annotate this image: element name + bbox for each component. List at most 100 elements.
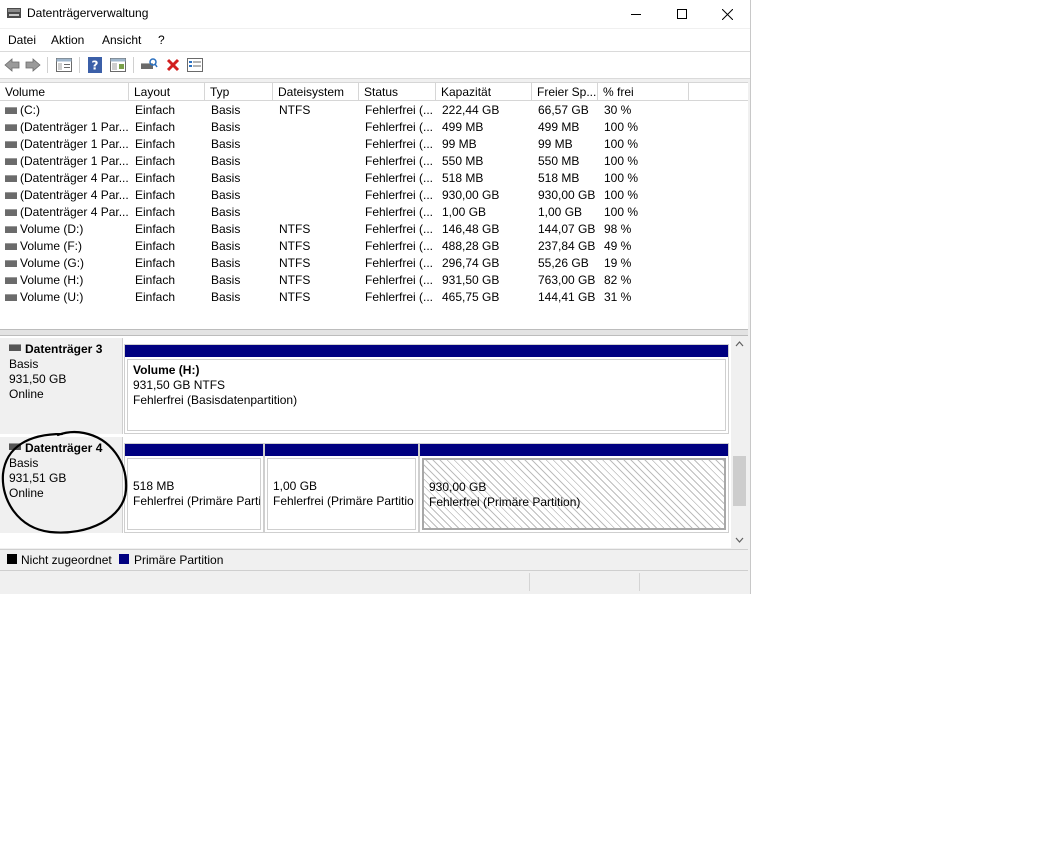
cell-freier-speicher: 550 MB: [538, 154, 580, 168]
cell-freier-speicher: 763,00 GB: [538, 273, 596, 287]
disk-4-state: Online: [9, 486, 44, 500]
cell-freier-speicher: 55,26 GB: [538, 256, 589, 270]
cell-volume: (Datenträger 4 Par...: [20, 171, 128, 185]
forward-arrow-icon[interactable]: [24, 56, 42, 74]
rescan-disks-icon[interactable]: [140, 56, 158, 74]
disk-3-info[interactable]: Datenträger 3 Basis 931,50 GB Online: [0, 338, 123, 434]
pane-splitter[interactable]: [0, 329, 748, 336]
volume-icon: [5, 243, 17, 250]
properties-icon[interactable]: [109, 56, 127, 74]
back-arrow-icon[interactable]: [3, 56, 21, 74]
scrollbar-thumb[interactable]: [733, 456, 746, 506]
column-header-layout[interactable]: Layout: [129, 83, 205, 101]
table-row[interactable]: (C:) Einfach Basis NTFS Fehlerfrei (... 222,4…: [0, 102, 748, 119]
volume-icon: [5, 294, 17, 301]
menu-ansicht[interactable]: Ansicht: [102, 33, 141, 47]
partition-status: Fehlerfrei (Primäre Partitio: [273, 494, 414, 508]
cell-layout: Einfach: [135, 154, 176, 168]
table-row[interactable]: (Datenträger 1 Par... Einfach Basis Fehlerf…: [0, 136, 748, 153]
column-header-status[interactable]: Status: [359, 83, 436, 101]
cell-typ: Basis: [211, 290, 241, 304]
close-button[interactable]: [704, 0, 750, 28]
cell-volume: Volume (U:): [20, 290, 84, 304]
table-row[interactable]: (Datenträger 4 Par... Einfach Basis Fehlerf…: [0, 204, 748, 221]
cell-status: Fehlerfrei (...: [365, 171, 434, 185]
scroll-down-arrow-icon[interactable]: [731, 531, 748, 548]
cell-dateisystem: [279, 187, 357, 204]
volume-icon: [5, 226, 17, 233]
cell-typ: Basis: [211, 137, 241, 151]
column-header-dateisystem[interactable]: Dateisystem: [273, 83, 359, 101]
disk-pane-scrollbar[interactable]: [731, 336, 748, 548]
cell-prozent-frei: 31 %: [604, 290, 632, 304]
console-tree-icon[interactable]: [55, 56, 73, 74]
disk-4-info[interactable]: Datenträger 4 Basis 931,51 GB Online: [0, 437, 123, 533]
menu-datei[interactable]: Datei: [8, 33, 36, 47]
cell-status: Fehlerfrei (...: [365, 154, 434, 168]
table-row[interactable]: Volume (H:) Einfach Basis NTFS Fehlerfrei (.…: [0, 272, 748, 289]
table-row[interactable]: (Datenträger 1 Par... Einfach Basis Fehlerf…: [0, 119, 748, 136]
cell-status: Fehlerfrei (...: [365, 205, 434, 219]
column-header-volume[interactable]: Volume: [0, 83, 129, 101]
disk-3-partition-h[interactable]: Volume (H:) 931,50 GB NTFS Fehlerfrei (B…: [124, 344, 729, 434]
cell-layout: Einfach: [135, 171, 176, 185]
cell-kapazitaet: 1,00 GB: [442, 205, 487, 219]
toolbar-separator: [79, 57, 80, 73]
partition-size: 518 MB: [133, 479, 175, 493]
table-row[interactable]: Volume (D:) Einfach Basis NTFS Fehlerfrei (.…: [0, 221, 748, 238]
title-bar: Datenträgerverwaltung: [0, 0, 750, 28]
disk-4-partition-2[interactable]: 1,00 GB Fehlerfrei (Primäre Partitio: [264, 443, 419, 533]
volume-icon: [5, 277, 17, 284]
disk-4-partition-3[interactable]: 930,00 GB Fehlerfrei (Primäre Partition): [419, 443, 729, 533]
table-row[interactable]: Volume (U:) Einfach Basis NTFS Fehlerfrei (.…: [0, 289, 748, 306]
legend-swatch-primary: [119, 554, 129, 564]
volume-icon: [5, 192, 17, 199]
cell-kapazitaet: 488,28 GB: [442, 239, 500, 253]
table-row[interactable]: (Datenträger 1 Par... Einfach Basis Fehlerf…: [0, 153, 748, 170]
cell-dateisystem: [279, 170, 357, 187]
cell-kapazitaet: 518 MB: [442, 171, 484, 185]
cell-typ: Basis: [211, 120, 241, 134]
cell-prozent-frei: 98 %: [604, 222, 632, 236]
menu-aktion[interactable]: Aktion: [51, 33, 84, 47]
cell-freier-speicher: 144,41 GB: [538, 290, 596, 304]
cell-prozent-frei: 82 %: [604, 273, 632, 287]
cell-freier-speicher: 237,84 GB: [538, 239, 596, 253]
help-icon[interactable]: ?: [86, 56, 104, 74]
cell-kapazitaet: 296,74 GB: [442, 256, 500, 270]
cell-prozent-frei: 100 %: [604, 188, 639, 202]
disk-4-partition-1[interactable]: 518 MB Fehlerfrei (Primäre Parti: [124, 443, 264, 533]
partition-bar: [125, 444, 263, 456]
table-row[interactable]: Volume (F:) Einfach Basis NTFS Fehlerfrei (.…: [0, 238, 748, 255]
cell-status: Fehlerfrei (...: [365, 290, 434, 304]
table-row[interactable]: (Datenträger 4 Par... Einfach Basis Fehlerf…: [0, 170, 748, 187]
cell-layout: Einfach: [135, 205, 176, 219]
status-divider: [529, 573, 530, 591]
menu-help[interactable]: ?: [158, 33, 165, 47]
minimize-button[interactable]: [613, 0, 659, 28]
column-header-prozent-frei[interactable]: % frei: [598, 83, 689, 101]
maximize-button[interactable]: [659, 0, 705, 28]
cell-volume: Volume (H:): [20, 273, 84, 287]
toolbar-separator: [47, 57, 48, 73]
cell-volume: (Datenträger 4 Par...: [20, 188, 128, 202]
column-header-freier-speicher[interactable]: Freier Sp...: [532, 83, 598, 101]
status-divider: [639, 573, 640, 591]
cell-dateisystem: [279, 119, 357, 136]
delete-icon[interactable]: [164, 56, 182, 74]
column-header-typ[interactable]: Typ: [205, 83, 273, 101]
cell-status: Fehlerfrei (...: [365, 239, 434, 253]
settings-list-icon[interactable]: [186, 56, 204, 74]
disk-icon: [9, 344, 21, 351]
scroll-up-arrow-icon[interactable]: [731, 336, 748, 353]
column-header-kapazitaet[interactable]: Kapazität: [436, 83, 532, 101]
cell-volume: (Datenträger 4 Par...: [20, 205, 128, 219]
cell-dateisystem: NTFS: [279, 222, 311, 236]
partition-size: 931,50 GB NTFS: [133, 378, 226, 392]
status-bar: [0, 571, 748, 593]
table-row[interactable]: Volume (G:) Einfach Basis NTFS Fehlerfrei (.…: [0, 255, 748, 272]
cell-dateisystem: [279, 153, 357, 170]
cell-typ: Basis: [211, 273, 241, 287]
table-row[interactable]: (Datenträger 4 Par... Einfach Basis Fehlerf…: [0, 187, 748, 204]
cell-freier-speicher: 930,00 GB: [538, 188, 596, 202]
